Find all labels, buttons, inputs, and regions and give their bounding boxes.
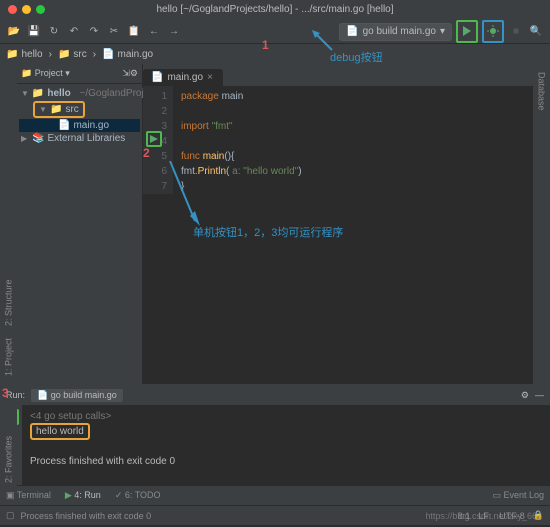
- search-icon[interactable]: 🔍: [528, 24, 544, 40]
- status-message: Process finished with exit code 0: [21, 511, 152, 521]
- project-pane: 📁 Project ▾ ⇲ ⚙ ▼📁hello ~/GoglandProject…: [17, 64, 143, 384]
- bc-src-label: src: [73, 49, 86, 60]
- annotation-3: 3: [2, 386, 9, 400]
- editor-tabs: 📄 main.go ×: [143, 64, 533, 86]
- run-panel: Run: 📄 go build main.go ⚙ — ■ ↑ ↓ <4 go …: [0, 384, 550, 485]
- go-file-icon: 📄: [346, 26, 358, 37]
- maximize-window-button[interactable]: [36, 5, 45, 14]
- tab-database[interactable]: Database: [537, 72, 547, 111]
- run-button-highlight: [456, 20, 478, 43]
- title-bar: hello [~/GoglandProjects/hello] - .../sr…: [0, 0, 550, 20]
- tree-src[interactable]: ▼📁src: [19, 100, 140, 119]
- annotation-2: 2: [143, 146, 150, 161]
- debug-label: debug按钮: [330, 49, 383, 65]
- main-toolbar: 📂 💾 ↻ ↶ ↷ ✂ 📋 ← → 📄 go build main.go ▾ ■…: [0, 20, 550, 44]
- folder-icon: 📁: [6, 49, 18, 60]
- run-config-label: go build main.go: [363, 26, 436, 37]
- left-tool-rail-bottom: 2: Favorites: [0, 400, 17, 487]
- left-tool-rail: 1: Project 2: Structure: [0, 64, 17, 384]
- stop-button[interactable]: ■: [508, 24, 524, 40]
- back-icon[interactable]: ←: [146, 24, 162, 40]
- run-note: 单机按钮1，2，3均可运行程序: [193, 226, 343, 241]
- bc-file[interactable]: 📄 main.go: [102, 49, 153, 60]
- project-pane-header: 📁 Project ▾ ⇲ ⚙: [17, 64, 142, 84]
- tab-terminal[interactable]: ▣ Terminal: [6, 490, 51, 501]
- tree-root[interactable]: ▼📁hello ~/GoglandProjects/hel: [19, 87, 140, 100]
- save-icon[interactable]: 💾: [26, 24, 42, 40]
- project-dropdown[interactable]: 📁 Project ▾: [21, 68, 70, 79]
- editor: 📄main.go× 1234567 package main import "f…: [143, 64, 533, 384]
- tree-ext-libs[interactable]: ▶📚External Libraries: [19, 132, 140, 145]
- run-panel-header: Run: 📄 go build main.go ⚙ —: [0, 385, 550, 405]
- forward-icon[interactable]: →: [166, 24, 182, 40]
- minimize-window-button[interactable]: [22, 5, 31, 14]
- copy-icon[interactable]: 📋: [126, 24, 142, 40]
- gear-icon[interactable]: ⚙: [521, 390, 529, 401]
- console-stdout: hello world: [36, 426, 84, 437]
- debug-button[interactable]: [485, 23, 501, 39]
- tab-label: main.go: [167, 72, 203, 83]
- project-tree: ▼📁hello ~/GoglandProjects/hel ▼📁src 📄mai…: [17, 84, 142, 148]
- bc-project[interactable]: 📁hello: [6, 49, 43, 60]
- console-prompt: <4 go setup calls>: [30, 409, 542, 424]
- output-highlight: hello world: [30, 423, 90, 440]
- open-icon[interactable]: 📂: [6, 24, 22, 40]
- console-output[interactable]: <4 go setup calls> hello world Process f…: [22, 405, 550, 485]
- redo-icon[interactable]: ↷: [86, 24, 102, 40]
- collapse-icon[interactable]: ⇲: [122, 68, 130, 79]
- tab-main-go[interactable]: 📄 main.go ×: [143, 69, 223, 86]
- close-window-button[interactable]: [8, 5, 17, 14]
- tab-structure[interactable]: 2: Structure: [4, 279, 14, 326]
- breadcrumb: 📁hello › 📁src › 📄main.go: [0, 44, 550, 64]
- event-log[interactable]: ▭ Event Log: [492, 490, 544, 501]
- watermark: https://blog.csdn.net/zxy_666: [425, 511, 542, 521]
- run-button[interactable]: [459, 23, 475, 39]
- tab-todo[interactable]: ✓ 6: TODO: [115, 490, 161, 501]
- gear-icon[interactable]: ⚙: [130, 68, 138, 79]
- tab-favorites[interactable]: 2: Favorites: [4, 436, 14, 483]
- gutter-run-icon[interactable]: [149, 134, 159, 144]
- annotation-1: 1: [262, 38, 269, 52]
- go-file-icon: 📄: [102, 49, 114, 60]
- go-file-icon: 📄: [151, 72, 163, 83]
- close-icon[interactable]: ×: [207, 72, 213, 83]
- folder-icon: 📁: [58, 49, 70, 60]
- run-config-dropdown[interactable]: 📄 go build main.go ▾: [339, 23, 452, 41]
- console-exit: Process finished with exit code 0: [30, 454, 542, 469]
- tab-project[interactable]: 1: Project: [4, 338, 14, 376]
- debug-button-highlight: [482, 20, 504, 43]
- gutter-run-highlight: [146, 131, 162, 147]
- bc-project-label: hello: [21, 49, 42, 60]
- undo-icon[interactable]: ↶: [66, 24, 82, 40]
- run-config-tab[interactable]: 📄 go build main.go: [31, 389, 123, 402]
- chevron-down-icon: ▾: [440, 26, 445, 37]
- minimize-panel-icon[interactable]: —: [535, 390, 544, 400]
- bc-file-label: main.go: [118, 49, 154, 60]
- refresh-icon[interactable]: ↻: [46, 24, 62, 40]
- bc-src[interactable]: 📁src: [58, 49, 87, 60]
- cut-icon[interactable]: ✂: [106, 24, 122, 40]
- arrow-annotation: [165, 161, 205, 231]
- status-icon[interactable]: ▢: [6, 510, 15, 521]
- tab-run[interactable]: ▶ 4: Run: [65, 490, 101, 501]
- tree-main-go[interactable]: 📄main.go: [19, 119, 140, 132]
- right-tool-rail: Database: [533, 64, 550, 384]
- code-area[interactable]: package main import "fmt" func main(){ f…: [173, 86, 533, 194]
- bottom-tool-bar: ▣ Terminal ▶ 4: Run ✓ 6: TODO ▭ Event Lo…: [0, 485, 550, 505]
